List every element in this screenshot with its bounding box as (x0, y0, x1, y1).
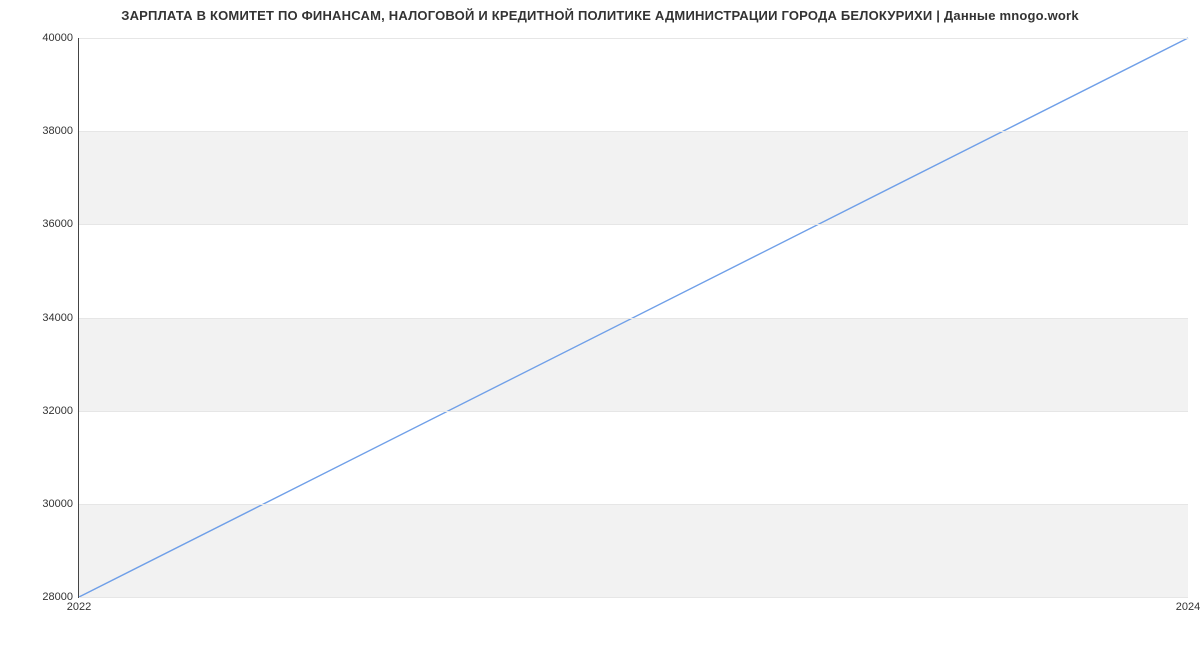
x-tick-label: 2022 (67, 597, 91, 613)
y-tick-label: 34000 (42, 312, 79, 324)
y-gridline (79, 131, 1188, 132)
y-tick-label: 38000 (42, 125, 79, 137)
y-gridline (79, 38, 1188, 39)
x-tick-label: 2024 (1176, 597, 1200, 613)
plot-area: 2800030000320003400036000380004000020222… (78, 38, 1188, 598)
y-tick-label: 40000 (42, 32, 79, 44)
y-gridline (79, 411, 1188, 412)
y-tick-label: 30000 (42, 498, 79, 510)
y-gridline (79, 224, 1188, 225)
chart-title: ЗАРПЛАТА В КОМИТЕТ ПО ФИНАНСАМ, НАЛОГОВО… (0, 8, 1200, 23)
y-gridline (79, 597, 1188, 598)
y-gridline (79, 504, 1188, 505)
y-tick-label: 32000 (42, 405, 79, 417)
y-gridline (79, 318, 1188, 319)
chart-container: ЗАРПЛАТА В КОМИТЕТ ПО ФИНАНСАМ, НАЛОГОВО… (0, 0, 1200, 650)
y-tick-label: 36000 (42, 218, 79, 230)
